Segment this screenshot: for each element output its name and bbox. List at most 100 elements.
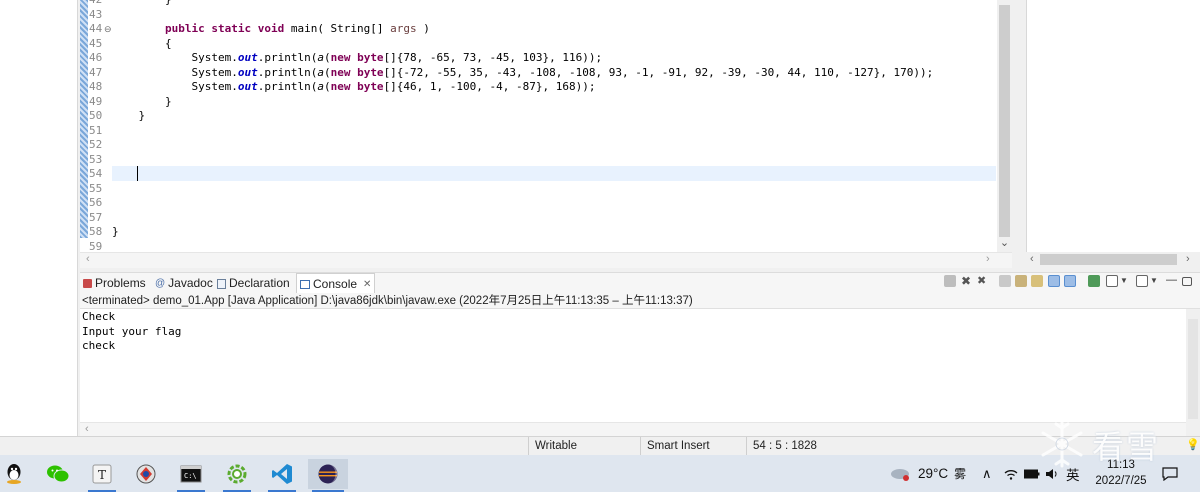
watermark-logo: 看雪 [1034,414,1194,474]
show-on-stderr-icon[interactable] [1064,275,1076,287]
qq-icon[interactable] [0,459,32,489]
tab-label: Declaration [229,276,290,290]
line-number: 47 [89,65,103,79]
tab-problems[interactable]: Problems [83,273,146,294]
line-number: 50 [89,109,103,122]
word-wrap-icon[interactable] [1031,275,1043,287]
eclipse-window: 42 43 44 45 46 47 48 49 50 51 52 53 54 5… [0,0,1200,492]
line-number: 43 [89,7,103,21]
line-number: 55 [89,181,103,195]
terminate-icon[interactable] [944,275,956,287]
line-number: 54 [89,167,103,180]
scroll-left-icon[interactable]: ‹ [86,253,90,265]
current-line-highlight [112,166,996,181]
console-horizontal-scrollbar[interactable]: ‹ [80,422,1186,436]
windows-taskbar: T C:\ [0,455,1200,492]
status-cursor-position: 54 : 5 : 1828 [746,437,856,456]
status-insert-mode: Smart Insert [640,437,746,456]
eclipse-icon[interactable] [308,459,348,492]
line-number: 56 [89,196,103,209]
maximize-icon[interactable] [1182,277,1192,286]
scroll-right-icon[interactable]: › [1186,253,1190,265]
javadoc-icon: @ [155,278,166,289]
code-editor[interactable]: 42 43 44 45 46 47 48 49 50 51 52 53 54 5… [80,0,1012,268]
text-caret [137,166,138,181]
tray-overflow-icon[interactable]: ∧ [982,455,992,492]
browser-icon[interactable] [128,459,164,489]
clear-console-icon[interactable] [999,275,1011,287]
weather-fog-icon [891,468,909,481]
scroll-right-icon[interactable]: › [986,253,990,265]
console-output[interactable]: Check Input your flag check [80,309,1186,422]
fold-collapse-icon[interactable]: ⊖ [104,24,112,35]
minimize-icon[interactable]: — [1166,275,1178,287]
console-scroll-thumb[interactable] [1188,319,1198,419]
snowflake-icon [1041,420,1083,468]
code-line: System.out.println(a(new byte[]{78, -65,… [112,51,603,64]
tab-javadoc[interactable]: @ Javadoc [155,273,213,294]
line-number: 49 [89,94,103,108]
remove-launch-icon[interactable]: ✖ [961,275,973,287]
outline-scroll-thumb[interactable] [1040,254,1177,265]
settings-icon[interactable] [219,459,255,492]
line-number: 52 [89,138,103,151]
line-number: 51 [89,123,103,137]
close-icon[interactable]: ✕ [363,274,371,295]
chevron-down-icon[interactable]: ▼ [1120,275,1132,287]
scroll-down-icon[interactable]: ⌄ [998,236,1011,249]
code-line: System.out.println(a(new byte[]{46, 1, -… [112,80,596,93]
typora-icon[interactable]: T [84,459,120,492]
pin-console-icon[interactable] [1088,275,1100,287]
line-number: 58 [89,225,103,238]
weather-widget[interactable]: 29°C 雾 [890,455,966,492]
problems-icon [83,279,92,288]
status-writable: Writable [528,437,640,456]
line-number: 45 [89,36,103,50]
code-line: } [112,109,146,122]
svg-text:T: T [98,468,106,482]
line-number: 48 [89,80,103,93]
editor-horizontal-scrollbar[interactable]: ‹ › [80,252,1012,268]
code-line: } [112,94,172,108]
change-ruler [80,0,88,238]
console-icon [300,279,310,289]
outline-panel [1026,0,1200,268]
terminal-icon[interactable]: C:\ [173,459,209,492]
display-console-icon[interactable] [1106,275,1118,287]
open-console-icon[interactable] [1136,275,1148,287]
console-line: check [82,339,116,352]
svg-text:C:\: C:\ [184,472,197,480]
line-number: 53 [89,152,103,166]
line-number: 57 [89,210,103,224]
clock-date: 2022/7/25 [1095,475,1147,487]
weather-desc: 雾 [954,467,967,481]
scroll-lock-icon[interactable] [1015,275,1027,287]
chevron-down-icon[interactable]: ▼ [1150,275,1162,287]
declaration-icon [217,278,226,289]
package-explorer-panel [0,0,78,436]
tab-console[interactable]: Console ✕ [296,273,376,295]
line-number: 42 [89,0,111,8]
wifi-icon[interactable] [1004,455,1018,492]
status-bar: Writable Smart Insert 54 : 5 : 1828 [0,436,1200,456]
scroll-left-icon[interactable]: ‹ [1030,253,1034,265]
scroll-left-icon[interactable]: ‹ [85,423,89,435]
console-line: Check [82,310,116,323]
remove-all-icon[interactable]: ✖ [977,275,989,287]
vscode-icon[interactable] [264,459,300,492]
code-line: } [112,0,996,8]
code-line: { [112,36,172,50]
weather-temp: 29°C [918,466,949,481]
console-process-label: <terminated> demo_01.App [Java Applicati… [80,293,1200,309]
console-line: Input your flag [82,324,182,338]
tab-label: Javadoc [168,276,213,290]
editor-scroll-thumb[interactable] [999,5,1010,237]
watermark-text: 看雪 [1092,428,1161,466]
code-line: public static void main( String[] args ) [164,22,430,35]
tab-label: Console [313,276,358,291]
tab-declaration[interactable]: Declaration [217,273,290,294]
wechat-icon[interactable] [40,459,76,489]
show-on-stdout-icon[interactable] [1048,275,1060,287]
code-line: System.out.println(a(new byte[]{-72, -55… [112,65,934,79]
code-line: } [112,225,119,238]
